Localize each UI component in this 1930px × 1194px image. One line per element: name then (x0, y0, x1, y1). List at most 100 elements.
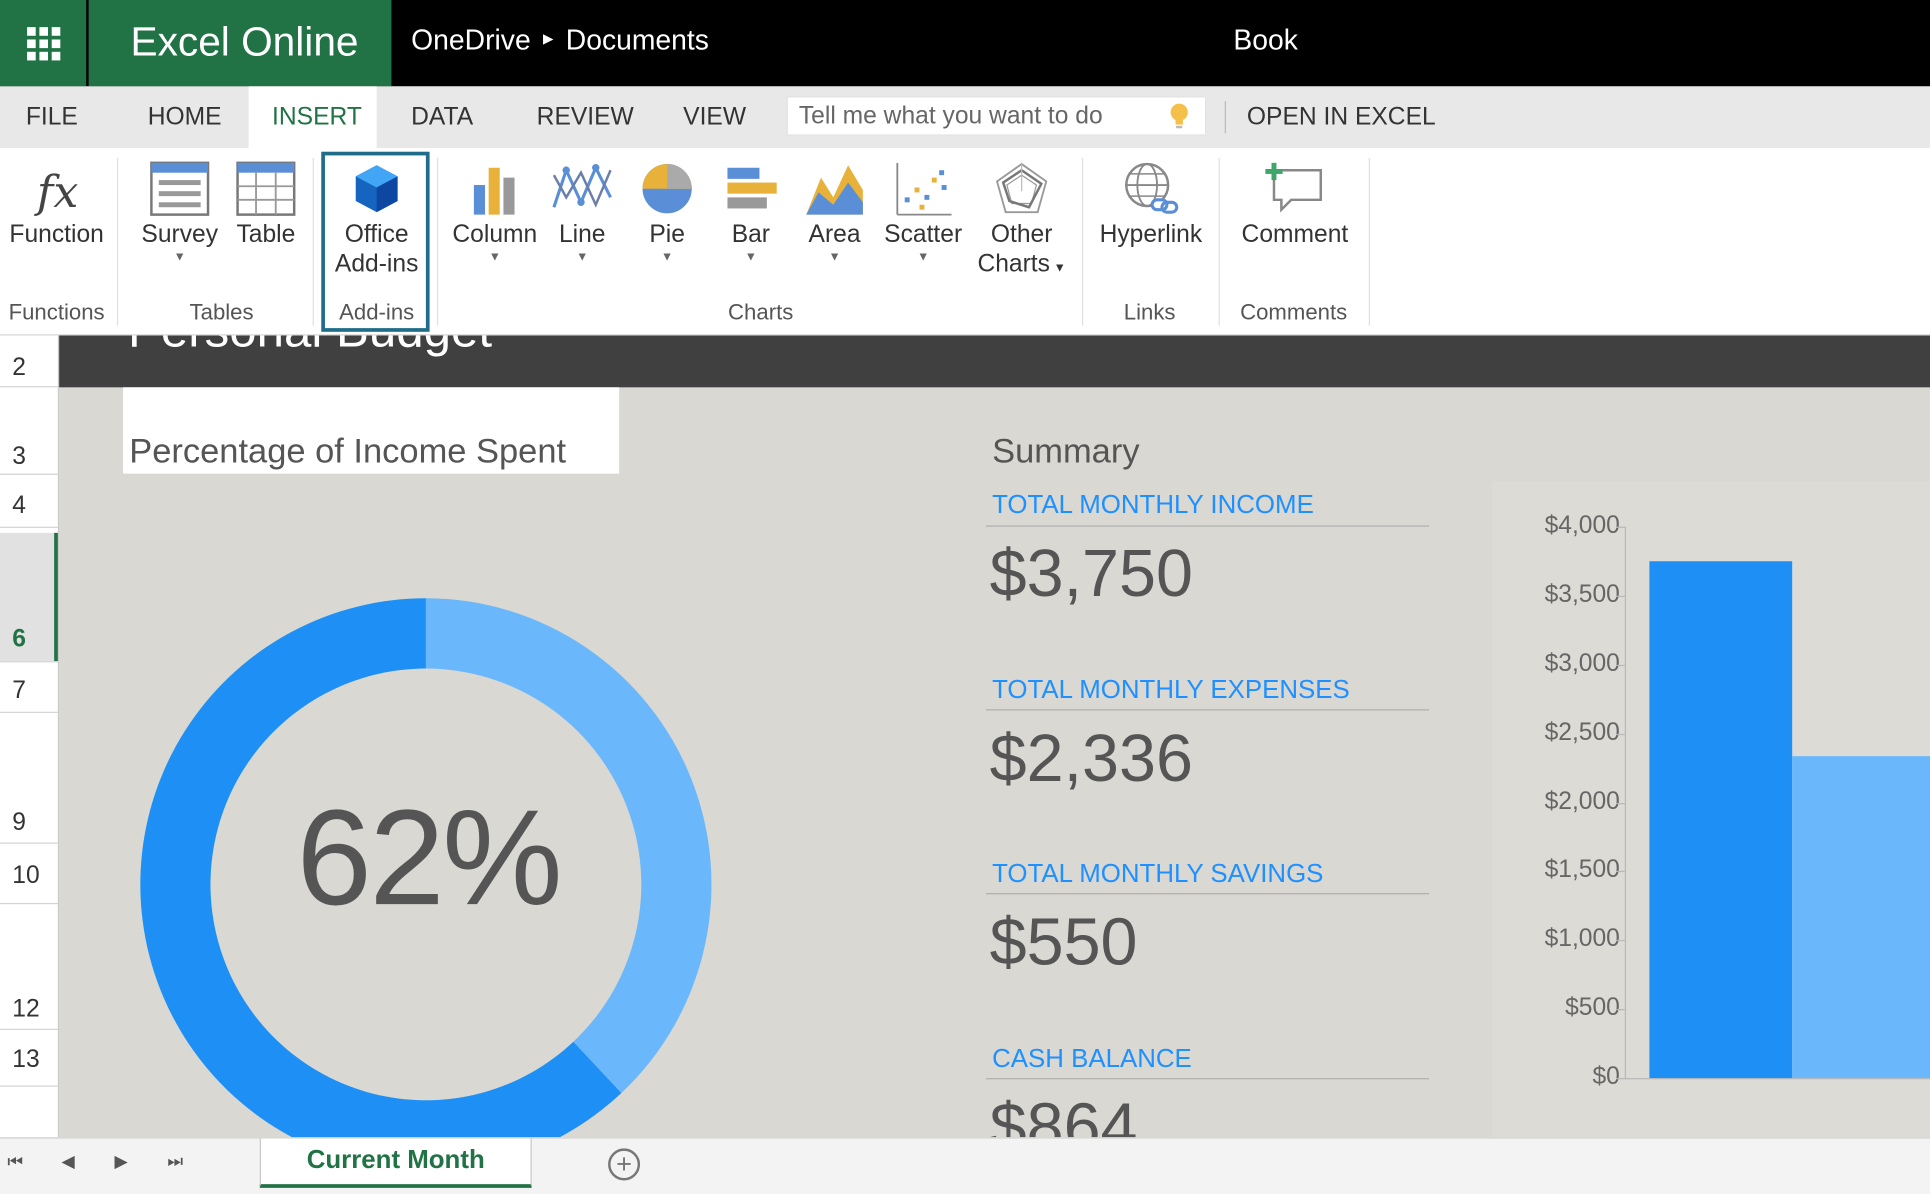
y-tick-label: $3,000 (1544, 649, 1620, 677)
tell-me-search[interactable]: Tell me what you want to do (786, 96, 1207, 136)
hyperlink-button[interactable]: Hyperlink (1093, 148, 1209, 249)
total-savings-value: $550 (989, 905, 1138, 980)
sheet-tabs-bar: ⏮ ◀ ▶ ⏭ Current Month + (0, 1137, 1930, 1194)
percentage-value: 62% (296, 782, 563, 934)
row-header-selected[interactable]: 6 (0, 532, 58, 662)
new-comment-icon (1265, 162, 1322, 213)
bar-expenses[interactable] (1792, 756, 1930, 1079)
function-button[interactable]: fx Function (5, 148, 108, 249)
previous-sheet-icon[interactable]: ◀ (62, 1151, 75, 1172)
first-sheet-icon[interactable]: ⏮ (7, 1151, 23, 1172)
open-in-excel-button[interactable]: OPEN IN EXCEL (1247, 86, 1436, 148)
row-header[interactable]: 12 (0, 905, 58, 1028)
tab-home[interactable]: HOME (148, 86, 222, 148)
y-tick-label: $1,500 (1544, 856, 1620, 884)
row-header[interactable]: 10 (0, 844, 58, 900)
column-chart-button[interactable]: Column ▼ (448, 148, 542, 266)
ribbon: fx Function Survey ▼ Table Office Add-in… (0, 148, 1930, 336)
tab-review[interactable]: REVIEW (537, 86, 634, 148)
line-chart-icon (552, 164, 612, 208)
chevron-down-icon: ▼ (576, 250, 589, 264)
x-axis (1624, 1078, 1930, 1080)
app-launcher-button[interactable] (0, 0, 87, 87)
pie-chart-button[interactable]: Pie ▼ (633, 148, 702, 266)
y-tick-mark (1616, 802, 1625, 804)
group-label-tables: Tables (189, 299, 254, 325)
last-sheet-icon[interactable]: ⏭ (167, 1151, 183, 1172)
comment-button[interactable]: Comment (1231, 148, 1359, 249)
radar-chart-icon (995, 162, 1048, 214)
column-chart-icon (473, 167, 515, 215)
tab-data[interactable]: DATA (411, 86, 473, 148)
group-separator (1081, 157, 1084, 326)
y-tick-label: $4,000 (1544, 511, 1620, 540)
chevron-down-icon: ▼ (828, 250, 841, 264)
chevron-down-icon: ▼ (1053, 261, 1066, 276)
y-tick-label: $0 (1592, 1063, 1620, 1091)
y-tick-mark (1616, 940, 1625, 942)
tab-divider (1224, 101, 1226, 134)
worksheet-grid[interactable]: Personal Budget Percentage of Income Spe… (59, 335, 1930, 1138)
ribbon-tabs: FILE HOME INSERT DATA REVIEW VIEW Tell m… (0, 86, 1930, 149)
row-headers: 2 3 4 6 7 9 10 12 13 (0, 335, 60, 1138)
other-charts-button[interactable]: Other Charts ▼ (972, 148, 1070, 284)
table-label: Table (236, 220, 296, 248)
total-expenses-label: TOTAL MONTHLY EXPENSES (992, 675, 1350, 705)
chevron-down-icon: ▼ (917, 250, 930, 264)
chevron-down-icon: ▼ (744, 250, 757, 264)
group-separator (116, 157, 119, 326)
y-tick-label: $3,500 (1544, 580, 1620, 608)
area-label: Area (808, 220, 861, 248)
y-tick-mark (1616, 1009, 1625, 1011)
group-label-comments: Comments (1240, 299, 1348, 325)
tell-me-placeholder: Tell me what you want to do (798, 102, 1103, 130)
sheet-title: Personal Budget (128, 336, 492, 359)
cash-balance-value: $864 (989, 1090, 1138, 1138)
total-savings-label: TOTAL MONTHLY SAVINGS (992, 859, 1324, 889)
breadcrumb-onedrive[interactable]: OneDrive (411, 0, 531, 79)
bar-label: Bar (731, 220, 771, 248)
row-header[interactable]: 4 (0, 475, 58, 524)
survey-button[interactable]: Survey ▼ (138, 148, 222, 266)
waffle-icon (26, 26, 60, 60)
cash-balance-label: CASH BALANCE (992, 1044, 1192, 1074)
row-header[interactable]: 2 (0, 336, 58, 387)
bar-income[interactable] (1649, 561, 1793, 1079)
add-sheet-icon[interactable]: + (608, 1148, 641, 1181)
pie-chart-icon (642, 164, 692, 214)
other-charts-label-2: Charts (977, 250, 1050, 278)
row-header[interactable]: 7 (0, 662, 58, 711)
row-header[interactable]: 3 (0, 387, 58, 473)
tab-file[interactable]: FILE (26, 86, 78, 148)
chevron-down-icon: ▼ (661, 250, 674, 264)
bar-chart-icon (727, 167, 777, 209)
tab-view[interactable]: VIEW (683, 86, 746, 148)
next-sheet-icon[interactable]: ▶ (114, 1151, 127, 1172)
row-header[interactable]: 13 (0, 1030, 58, 1082)
y-tick-label: $500 (1565, 994, 1620, 1022)
app-name[interactable]: Excel Online (88, 0, 392, 87)
breadcrumb-documents[interactable]: Documents (566, 0, 709, 79)
sheet-tab-current-month[interactable]: Current Month (259, 1138, 532, 1188)
tab-insert[interactable]: INSERT (248, 86, 377, 149)
row-divider (0, 711, 58, 713)
scatter-chart-button[interactable]: Scatter ▼ (876, 148, 970, 266)
bar-chart-button[interactable]: Bar ▼ (719, 148, 783, 266)
column-label: Column (452, 220, 538, 248)
group-label-addins: Add-ins (339, 299, 415, 325)
area-chart-icon (806, 165, 863, 215)
area-chart-button[interactable]: Area ▼ (800, 148, 869, 266)
row-header[interactable]: 9 (0, 719, 58, 842)
line-chart-button[interactable]: Line ▼ (547, 148, 618, 266)
scatter-chart-icon (896, 162, 952, 216)
svg-text:fx: fx (34, 167, 78, 217)
y-tick-label: $2,000 (1544, 787, 1620, 815)
y-tick-label: $2,500 (1544, 718, 1620, 746)
y-tick-label: $1,000 (1544, 925, 1620, 953)
divider (985, 709, 1430, 711)
divider (985, 893, 1430, 895)
document-title[interactable]: Book (1233, 0, 1298, 79)
y-tick-mark (1616, 733, 1625, 735)
y-tick-mark (1616, 664, 1625, 666)
table-button[interactable]: Table (229, 148, 303, 249)
